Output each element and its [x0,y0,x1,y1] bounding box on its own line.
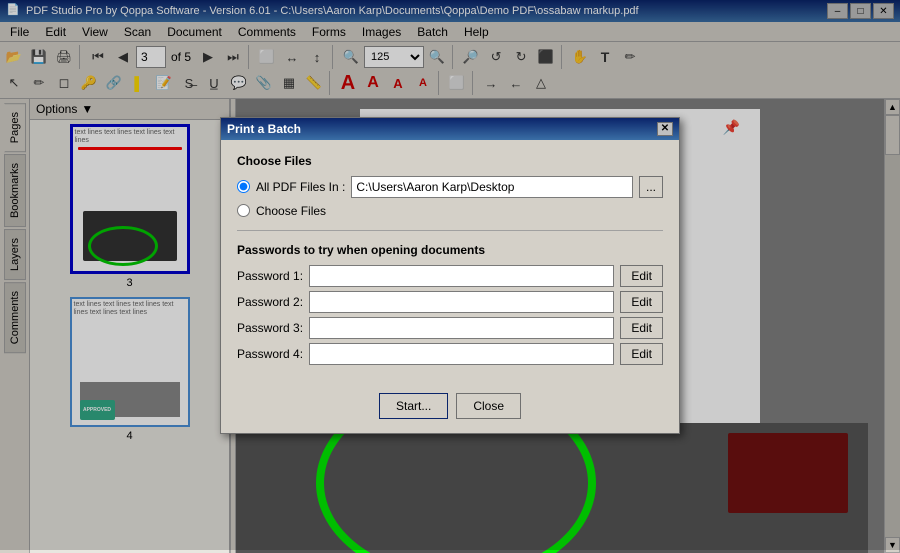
password-3-label: Password 3: [237,321,303,335]
password-4-edit-button[interactable]: Edit [620,343,663,365]
dialog-close-button[interactable]: ✕ [657,122,673,136]
password-2-input[interactable] [309,291,614,313]
dialog-footer: Start... Close [221,383,679,433]
passwords-section-title: Passwords to try when opening documents [237,243,663,257]
radio-choose-files-label: Choose Files [256,204,326,218]
radio-choose-files[interactable] [237,204,250,217]
password-4-label: Password 4: [237,347,303,361]
password-2-label: Password 2: [237,295,303,309]
password-1-label: Password 1: [237,269,303,283]
dialog-body: Choose Files All PDF Files In : ... Choo… [221,140,679,383]
close-dialog-button[interactable]: Close [456,393,521,419]
password-4-row: Password 4: Edit [237,343,663,365]
print-batch-dialog: Print a Batch ✕ Choose Files All PDF Fil… [220,117,680,434]
radio-all-pdf-files[interactable] [237,180,250,193]
choose-files-section-title: Choose Files [237,154,663,168]
section-divider [237,230,663,231]
password-1-row: Password 1: Edit [237,265,663,287]
dialog-title: Print a Batch [227,122,301,136]
dialog-overlay: Print a Batch ✕ Choose Files All PDF Fil… [0,0,900,550]
browse-button[interactable]: ... [639,176,663,198]
password-2-row: Password 2: Edit [237,291,663,313]
password-3-edit-button[interactable]: Edit [620,317,663,339]
password-3-row: Password 3: Edit [237,317,663,339]
password-4-input[interactable] [309,343,614,365]
password-1-input[interactable] [309,265,614,287]
radio-row-all-pdf: All PDF Files In : ... [237,176,663,198]
password-2-edit-button[interactable]: Edit [620,291,663,313]
radio-row-choose-files: Choose Files [237,204,663,218]
start-button[interactable]: Start... [379,393,448,419]
dialog-titlebar: Print a Batch ✕ [221,118,679,140]
path-input[interactable] [351,176,633,198]
password-3-input[interactable] [309,317,614,339]
radio-all-pdf-label: All PDF Files In : [256,180,345,194]
password-1-edit-button[interactable]: Edit [620,265,663,287]
